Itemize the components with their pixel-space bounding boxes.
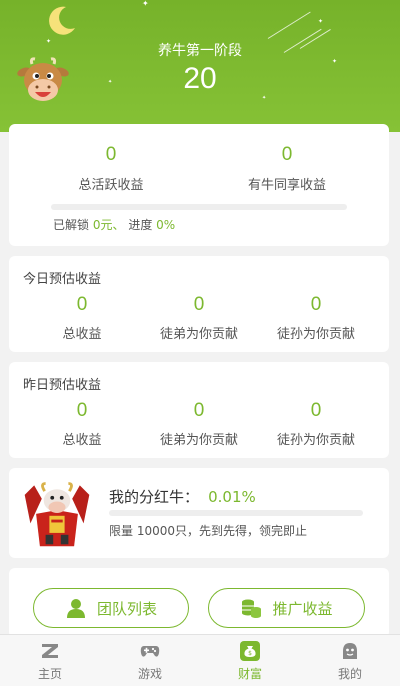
today-apprentice-value: 0	[193, 294, 205, 315]
dividend-note: 限量 10000只，先到先得，领完即止	[109, 524, 307, 538]
team-people-icon	[66, 599, 85, 618]
gamepad-icon	[140, 646, 160, 657]
coin-stack-icon	[242, 599, 262, 618]
progress-prefix: 进度	[128, 218, 153, 232]
dividend-label-row: 我的分红牛： 0.01%	[109, 486, 256, 507]
money-bag-icon: $	[240, 641, 260, 661]
stage-value: 20	[183, 62, 217, 95]
unlock-progress-text: 已解锁 0元、 进度 0%	[53, 216, 175, 233]
progress-value: 0%	[156, 218, 176, 232]
shared-value: 0	[281, 144, 293, 165]
dividend-cow-mascot-icon	[24, 482, 90, 547]
yesterday-grand-apprentice-label: 徒孙为你贡献	[276, 433, 355, 448]
today-total-label: 总收益	[62, 327, 102, 342]
tab-home[interactable]: 主页	[0, 635, 100, 686]
tab-wealth-label: 财富	[237, 667, 262, 681]
yesterday-total-value: 0	[76, 400, 88, 421]
today-grand-apprentice-value: 0	[310, 294, 322, 315]
dividend-value: 0.01%	[208, 488, 256, 506]
tab-games-label: 游戏	[137, 667, 162, 681]
tab-mine[interactable]: 我的	[300, 635, 400, 686]
total-active-value: 0	[105, 144, 117, 165]
svg-text:$: $	[248, 650, 252, 657]
shared-label: 有牛同享收益	[247, 178, 326, 193]
unlocked-amount: 0元、	[92, 218, 125, 232]
yesterday-total-label: 总收益	[62, 433, 102, 448]
dividend-label: 我的分红牛：	[109, 488, 200, 506]
tab-games[interactable]: 游戏	[100, 635, 200, 686]
actions-card: 团队列表 推广收益	[9, 568, 389, 638]
z-logo-icon	[42, 644, 58, 658]
star-icon: ✦	[318, 18, 324, 25]
total-active-label: 总活跃收益	[78, 178, 144, 193]
tab-home-label: 主页	[37, 667, 62, 681]
promo-income-label: 推广收益	[272, 599, 333, 618]
today-apprentice-label: 徒弟为你贡献	[159, 327, 238, 342]
tab-mine-label: 我的	[337, 667, 362, 681]
shooting-star	[267, 11, 311, 39]
yesterday-apprentice-label: 徒弟为你贡献	[159, 433, 238, 448]
moon-icon	[49, 6, 75, 35]
team-list-button[interactable]: 团队列表	[33, 588, 189, 628]
star-icon: ✦	[142, 0, 149, 8]
today-title: 今日预估收益	[23, 272, 102, 287]
promo-income-button[interactable]: 推广收益	[208, 588, 365, 628]
ghost-profile-icon	[343, 643, 357, 659]
unlock-progress-bar	[51, 204, 347, 210]
dividend-progress-bar	[109, 510, 363, 516]
tab-wealth[interactable]: $ 财富	[200, 635, 300, 686]
unlocked-prefix: 已解锁	[53, 218, 90, 232]
bottom-tab-bar: 主页 游戏 $ 财富 我的	[0, 634, 400, 686]
summary-card: 0 总活跃收益 0 有牛同享收益 已解锁 0元、 进度 0%	[9, 124, 389, 246]
today-grand-apprentice-label: 徒孙为你贡献	[276, 327, 355, 342]
stage-label: 养牛第一阶段	[158, 43, 242, 59]
dividend-cow-card: 我的分红牛： 0.01% 限量 10000只，先到先得，领完即止	[9, 468, 389, 558]
team-list-label: 团队列表	[96, 599, 157, 618]
yesterday-estimate-card: 昨日预估收益 0 总收益 0 徒弟为你贡献 0 徒孙为你贡献	[9, 362, 389, 458]
today-total-value: 0	[76, 294, 88, 315]
yesterday-apprentice-value: 0	[193, 400, 205, 421]
today-estimate-card: 今日预估收益 0 总收益 0 徒弟为你贡献 0 徒孙为你贡献	[9, 256, 389, 352]
yesterday-title: 昨日预估收益	[23, 378, 102, 393]
hero-header: ✦ ✦ ✦ ✦ ✦ ✦ 养牛第一阶段 20	[0, 0, 400, 132]
yesterday-grand-apprentice-value: 0	[310, 400, 322, 421]
